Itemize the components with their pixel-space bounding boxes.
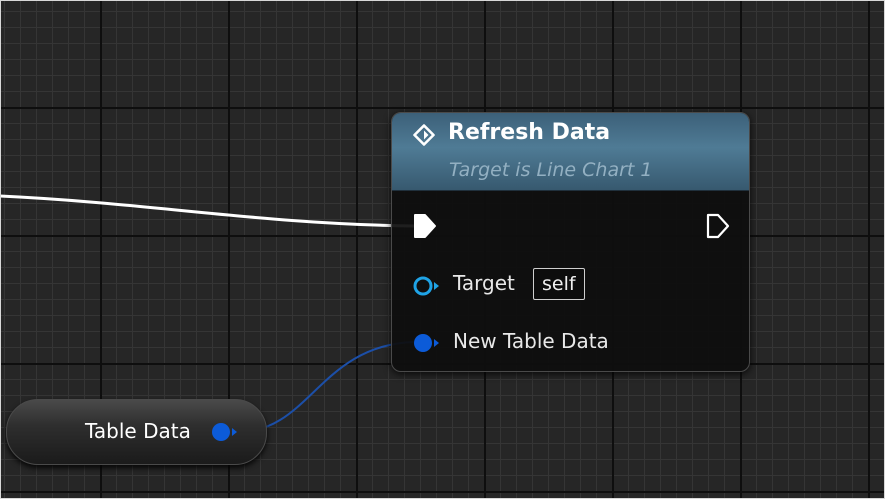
target-label: Target <box>453 271 515 295</box>
function-diamond-icon <box>413 124 435 146</box>
exec-in-pin-icon[interactable] <box>412 213 438 239</box>
refresh-data-node[interactable]: Refresh Data Target is Line Chart 1 Targ… <box>391 112 750 372</box>
variable-label: Table Data <box>85 419 191 443</box>
exec-out-pin-icon[interactable] <box>705 213 731 239</box>
node-title: Refresh Data <box>448 120 611 145</box>
new-table-data-label: New Table Data <box>453 329 609 353</box>
new-table-data-pin-icon[interactable] <box>412 332 442 354</box>
target-default-value[interactable]: self <box>533 268 585 300</box>
table-data-variable-node[interactable]: Table Data <box>6 399 267 465</box>
table-data-output-pin-icon[interactable] <box>210 421 240 443</box>
node-header: Refresh Data Target is Line Chart 1 <box>392 113 749 191</box>
exec-wire[interactable] <box>0 194 415 228</box>
node-subtitle: Target is Line Chart 1 <box>449 159 653 181</box>
target-pin-icon[interactable] <box>412 275 442 297</box>
